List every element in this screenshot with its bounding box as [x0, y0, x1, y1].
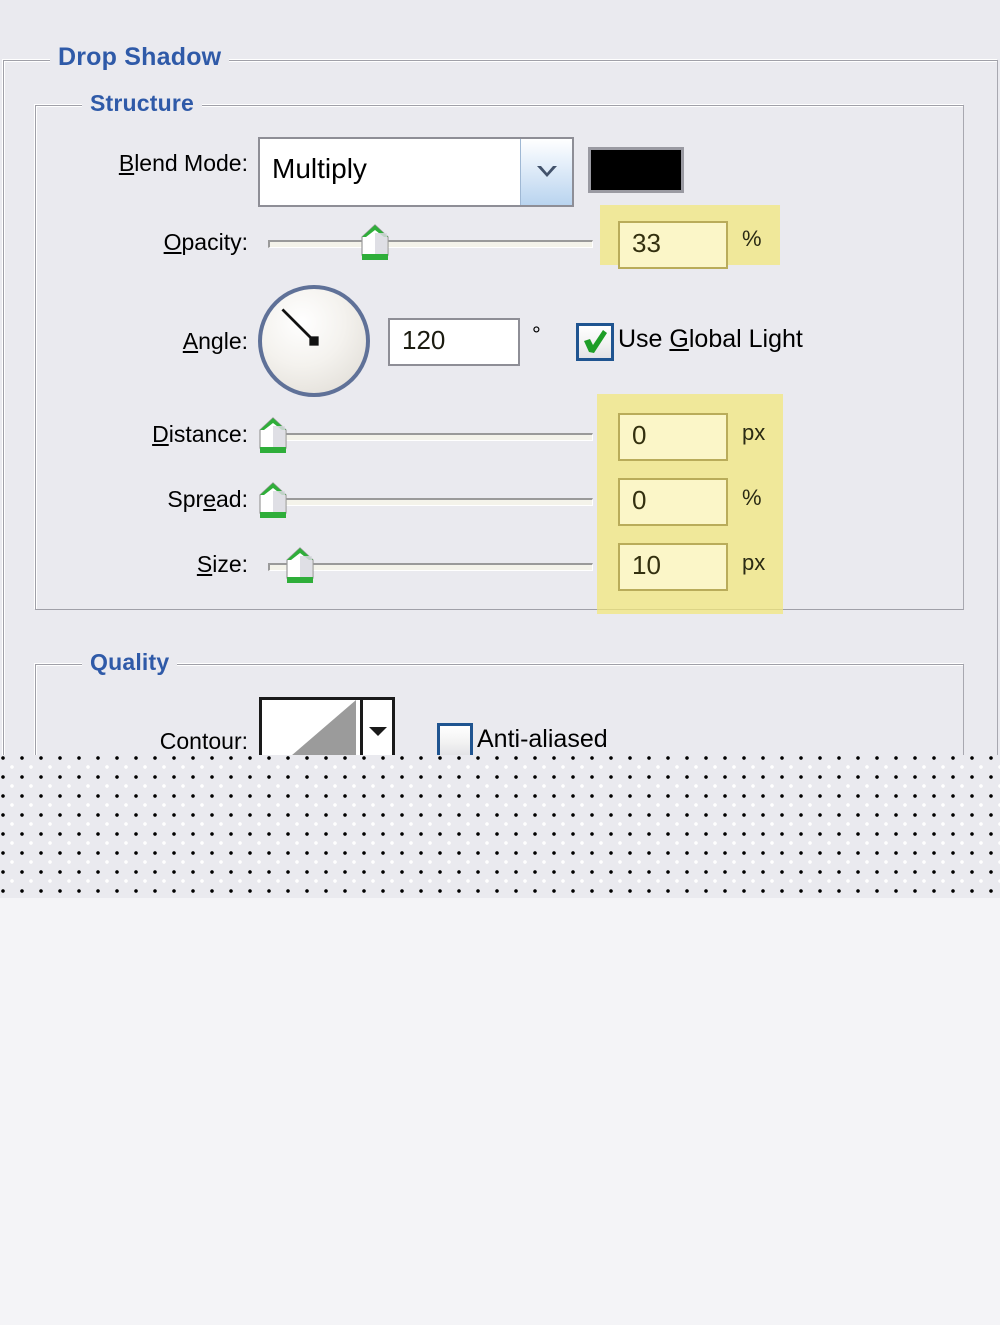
anti-aliased-checkbox[interactable]	[437, 723, 473, 759]
distance-label: Distance:	[152, 421, 248, 447]
blend-mode-dropdown[interactable]: Multiply	[258, 137, 574, 207]
spread-slider[interactable]	[259, 482, 593, 518]
spread-slider-track[interactable]	[268, 498, 593, 506]
size-slider-track[interactable]	[268, 563, 593, 571]
triangle-down-icon	[368, 727, 387, 736]
angle-dial[interactable]	[258, 285, 370, 397]
angle-dial-needle	[281, 308, 319, 346]
opacity-slider-thumb[interactable]	[360, 223, 390, 263]
distance-unit-label: px	[742, 420, 766, 445]
quality-group-title: Quality	[82, 649, 178, 676]
chevron-down-icon	[536, 166, 557, 177]
use-global-light-label: Use Global Light	[618, 325, 803, 353]
contour-dropdown-button[interactable]	[360, 700, 392, 762]
contour-label: Contour:	[159, 728, 248, 754]
angle-unit-label: °	[532, 322, 541, 347]
opacity-unit-label: %	[742, 226, 762, 251]
angle-input[interactable]: 120	[388, 318, 520, 366]
use-global-light-checkbox[interactable]	[576, 323, 614, 361]
opacity-label: Opacity:	[163, 229, 248, 255]
drop-shadow-dialog: Drop Shadow Structure Blend Mode: Multip…	[0, 0, 1000, 898]
spread-label: Spread:	[167, 486, 248, 512]
distance-slider-track[interactable]	[268, 433, 593, 441]
checkmark-icon	[584, 330, 607, 353]
spread-input[interactable]: 0	[618, 478, 728, 526]
distance-input[interactable]: 0	[618, 413, 728, 461]
opacity-slider[interactable]	[268, 224, 593, 260]
distance-slider[interactable]	[259, 417, 593, 453]
blend-mode-value: Multiply	[272, 153, 367, 184]
contour-curve-thumbnail	[262, 700, 356, 762]
size-unit-label: px	[742, 550, 766, 575]
angle-label: Angle:	[182, 328, 248, 354]
size-slider[interactable]	[268, 547, 593, 583]
anti-aliased-label: Anti-aliased	[477, 725, 608, 753]
shadow-color-swatch[interactable]	[588, 147, 684, 193]
opacity-slider-track[interactable]	[268, 240, 593, 248]
distance-slider-thumb[interactable]	[258, 416, 288, 456]
spread-unit-label: %	[742, 485, 762, 510]
size-input[interactable]: 10	[618, 543, 728, 591]
opacity-input[interactable]: 33	[618, 221, 728, 269]
size-label: Size:	[196, 551, 248, 577]
drop-shadow-group-title: Drop Shadow	[50, 43, 230, 72]
size-slider-thumb[interactable]	[285, 546, 315, 586]
blend-mode-label: Blend Mode:	[118, 150, 248, 176]
blend-mode-dropdown-button[interactable]	[520, 139, 572, 205]
spread-slider-thumb[interactable]	[258, 481, 288, 521]
halftone-dot-overlay	[0, 755, 1000, 898]
structure-group-title: Structure	[82, 90, 203, 117]
